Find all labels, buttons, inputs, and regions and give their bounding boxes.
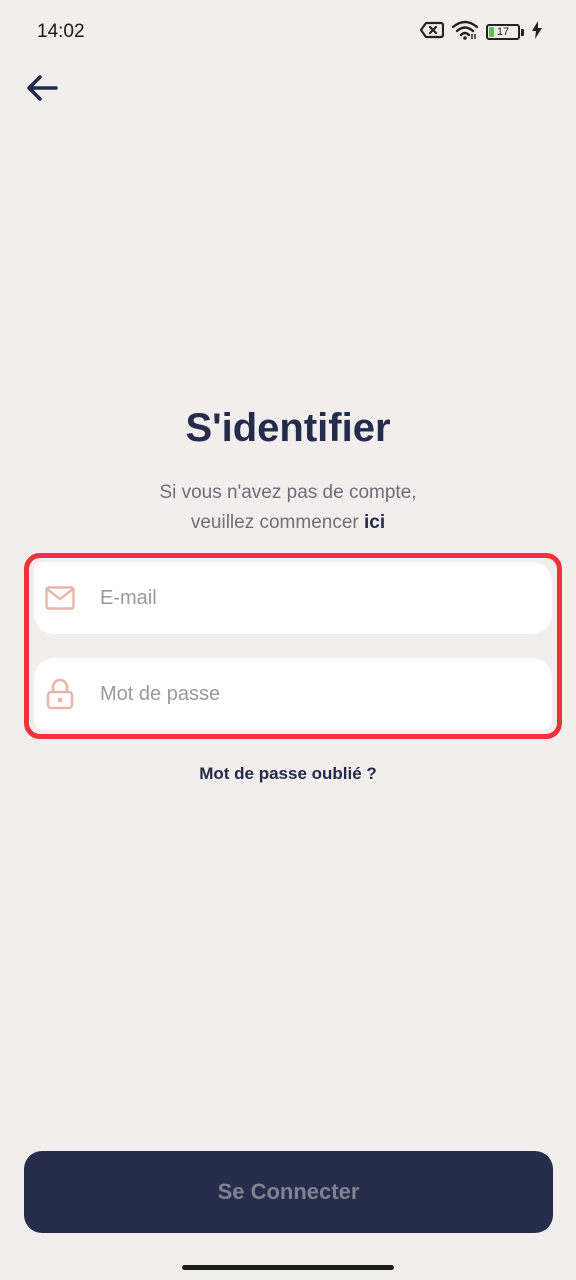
- forgot-password-link[interactable]: Mot de passe oublié ?: [0, 764, 576, 784]
- mail-icon: [44, 582, 76, 614]
- wifi-icon: [451, 20, 479, 45]
- status-bar: 14:02 17: [0, 0, 576, 64]
- signup-link[interactable]: ici: [364, 512, 385, 533]
- battery-level: 17: [496, 25, 510, 38]
- back-button[interactable]: [22, 70, 62, 110]
- email-field[interactable]: [34, 562, 552, 634]
- email-input[interactable]: [100, 562, 530, 634]
- subtitle-line-2: veuillez commencer ici: [0, 508, 576, 538]
- home-indicator: [182, 1265, 394, 1270]
- password-input[interactable]: [100, 658, 530, 730]
- lock-icon: [44, 678, 76, 710]
- charging-icon: [532, 20, 542, 44]
- status-icons: 17: [419, 20, 542, 45]
- status-time: 14:02: [37, 21, 85, 42]
- page-title: S'identifier: [185, 406, 391, 450]
- subtitle-line-2-text: veuillez commencer: [190, 512, 365, 533]
- subtitle-line-1: Si vous n'avez pas de compte,: [159, 482, 417, 503]
- battery-icon: 17: [486, 24, 524, 40]
- arrow-left-icon: [26, 74, 58, 106]
- password-field[interactable]: [34, 658, 552, 730]
- subtitle: Si vous n'avez pas de compte, veuillez c…: [0, 478, 576, 538]
- sim-off-icon: [419, 21, 445, 44]
- connect-button[interactable]: Se Connecter: [24, 1151, 553, 1233]
